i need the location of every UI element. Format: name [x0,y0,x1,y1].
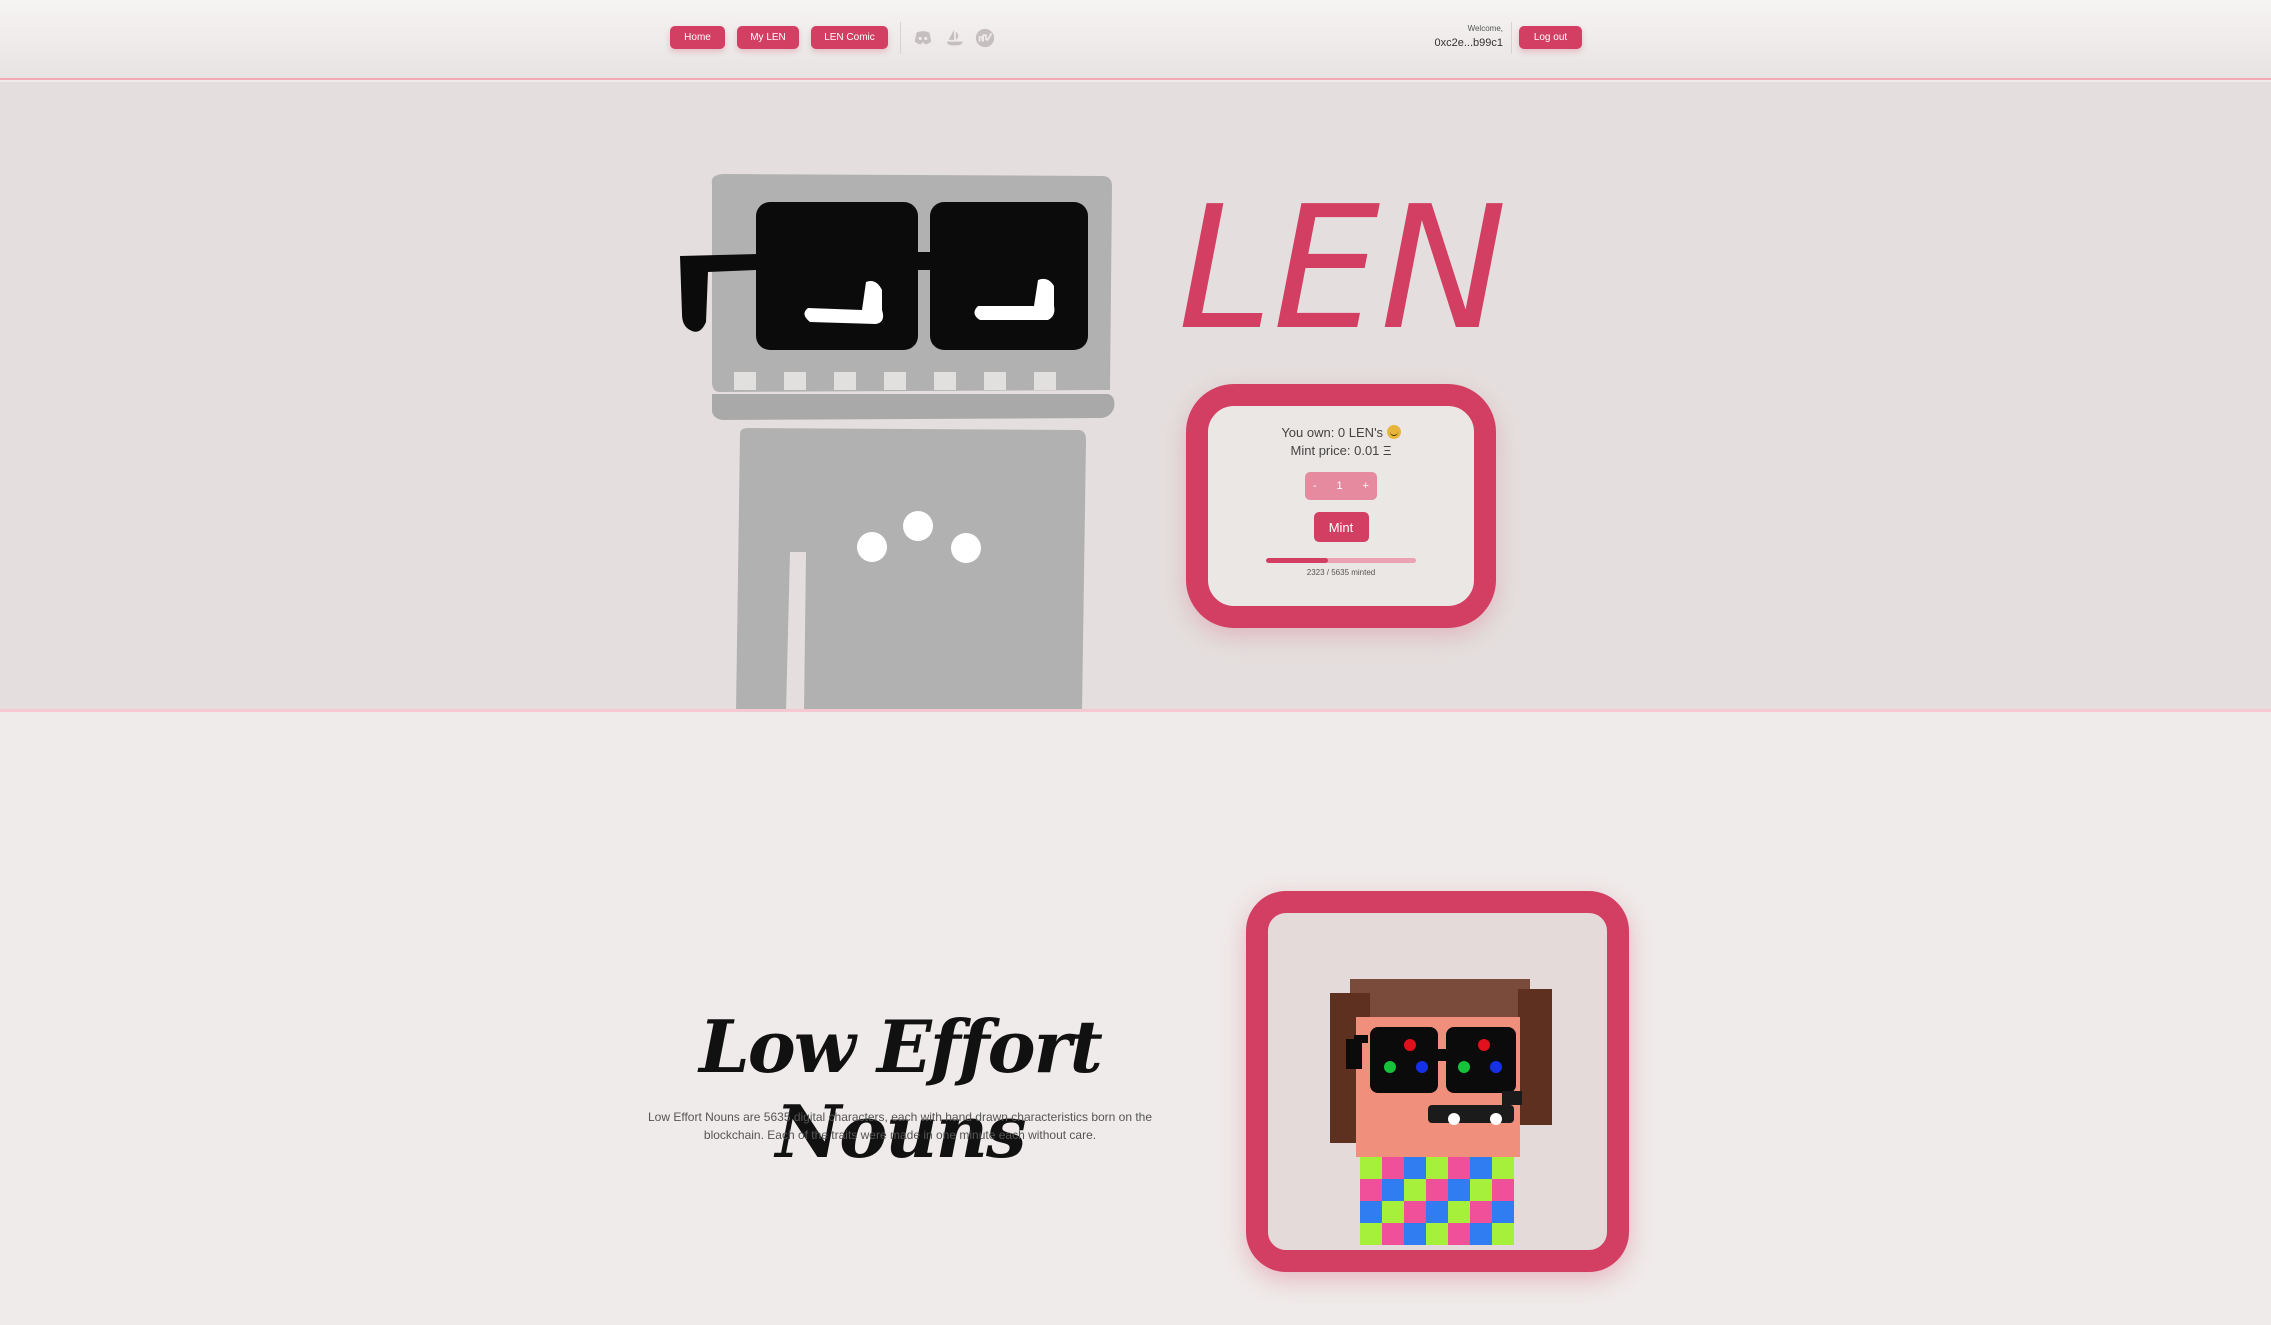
checkered-shirt [1360,1157,1514,1245]
discord-icon[interactable] [912,27,934,49]
wallet-address: 0xc2e...b99c1 [1434,37,1504,49]
mint-card: You own: 0 LEN's Mint price: 0.01 Ξ - 1 … [1186,384,1496,628]
home-button[interactable]: Home [670,26,725,49]
hero-section: LEN You own: 0 LEN's Mint price: 0.01 Ξ … [0,82,2271,712]
increment-button[interactable]: + [1363,480,1369,492]
top-navbar: Home My LEN LEN Comic Welcome, 0xc2e...b… [0,0,2271,80]
noun-preview-card [1246,891,1629,1272]
opensea-icon[interactable] [944,27,966,49]
minted-count: 2323 / 5635 minted [1306,568,1376,577]
logout-button[interactable]: Log out [1519,26,1582,49]
mint-progress-fill [1266,558,1328,563]
quantity-stepper: - 1 + [1305,472,1377,500]
about-description: Low Effort Nouns are 5635 digital charac… [647,1110,1153,1142]
mint-price: Mint price: 0.01 Ξ [1290,443,1392,458]
welcome-block: Welcome, 0xc2e...b99c1 [1435,24,1504,49]
mint-progress-bar [1266,558,1416,563]
welcome-label: Welcome, [1467,24,1503,33]
owned-count: You own: 0 LEN's [1208,424,1474,442]
about-title: Low Effort Nouns [699,1004,1103,1174]
len-character-illustration [680,174,1115,709]
my-len-button[interactable]: My LEN [737,26,799,49]
etherscan-icon[interactable] [974,27,996,49]
noun-character-image [1330,979,1552,1245]
owned-count-text: You own: 0 LEN's [1281,425,1384,440]
logout-divider [1511,22,1512,54]
decrement-button[interactable]: - [1313,480,1317,492]
mint-button[interactable]: Mint [1313,512,1369,542]
smiley-icon [1386,425,1401,439]
len-logo-text: LEN [1178,182,1507,352]
quantity-value[interactable]: 1 [1337,480,1343,492]
len-logo: LEN [1178,182,1507,352]
nav-divider [900,22,901,54]
len-comic-button[interactable]: LEN Comic [811,26,888,49]
